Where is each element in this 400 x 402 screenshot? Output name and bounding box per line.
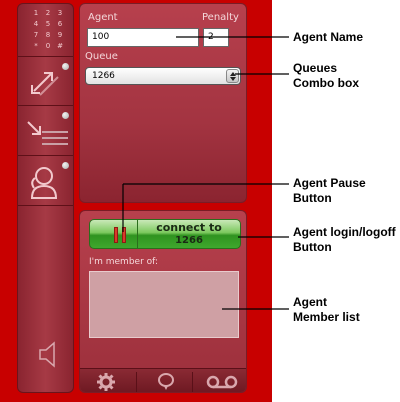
- screenshot: 1 2 3 4 5 6 7 8 9 * 0 # Agent Penalty 10…: [0, 0, 400, 402]
- annotation-agent-member-list: Agent Member list: [293, 295, 360, 324]
- annotation-agent-name: Agent Name: [293, 30, 364, 44]
- annotation-agent-login: Agent login/logoff Button: [293, 225, 396, 254]
- annotation-queues-combo: Queues Combo box: [293, 61, 359, 90]
- annotation-agent-pause: Agent Pause Button: [293, 176, 366, 205]
